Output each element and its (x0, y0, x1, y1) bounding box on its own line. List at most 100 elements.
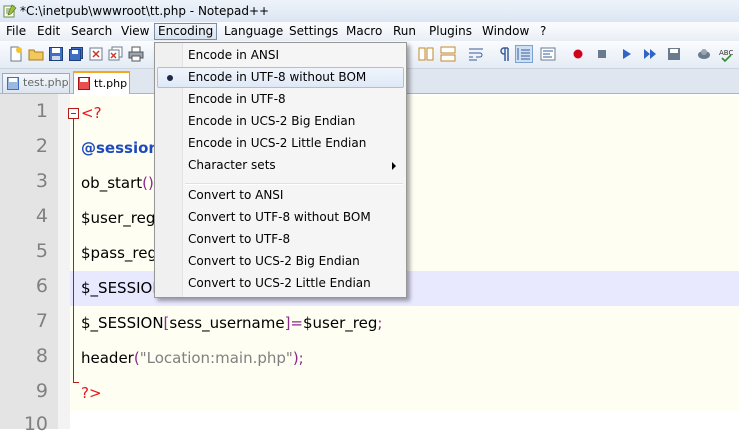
menu-item-label: Encode in ANSI (188, 48, 280, 62)
menu-character-sets[interactable]: Character sets (157, 155, 404, 176)
tab-label: test.php (23, 76, 69, 89)
line-number: 6 (35, 275, 48, 297)
line-number: 10 (23, 413, 48, 435)
title-bar: *C:\inetpub\wwwroot\tt.php - Notepad++ (0, 0, 739, 23)
tab-tt-php[interactable]: tt.php (73, 71, 130, 95)
menu-run[interactable]: Run (392, 24, 417, 39)
fold-collapse-icon[interactable] (68, 108, 79, 119)
tab-label: tt.php (94, 77, 128, 90)
code-line[interactable]: ?> (70, 376, 739, 411)
fold-end-marker (73, 382, 79, 383)
menu-item-label: Convert to UTF-8 without BOM (188, 210, 371, 224)
user-language-icon[interactable] (540, 46, 556, 62)
submenu-arrow-icon (392, 162, 396, 170)
menu-convert-ucs2-le[interactable]: Convert to UCS-2 Little Endian (157, 273, 404, 294)
radio-selected-icon (167, 75, 173, 81)
menu-item-label: Convert to UTF-8 (188, 232, 291, 246)
show-all-chars-icon[interactable] (496, 46, 512, 62)
menu-item-label: Character sets (188, 158, 276, 172)
sync-vertical-icon[interactable] (418, 46, 434, 62)
menu-edit[interactable]: Edit (36, 24, 61, 39)
menu-language[interactable]: Language (223, 24, 284, 39)
code-text: header("Location:main.php"); (81, 341, 304, 376)
save-icon[interactable] (48, 46, 64, 62)
code-token: "Location:main.php" (139, 349, 293, 367)
menu-item-label: Convert to UCS-2 Little Endian (188, 276, 371, 290)
print-icon[interactable] (128, 46, 144, 62)
fold-margin (58, 94, 70, 429)
menu-encode-ucs2-le[interactable]: Encode in UCS-2 Little Endian (157, 133, 404, 154)
fold-range-line (73, 108, 74, 382)
code-text: ob_start(); (81, 166, 159, 201)
code-line[interactable]: $_SESSION[sess_username]=$user_reg; (70, 306, 739, 341)
line-number: 9 (35, 380, 48, 402)
menu-window[interactable]: Window (481, 24, 530, 39)
menu-item-label: Convert to ANSI (188, 188, 284, 202)
line-number: 4 (35, 205, 48, 227)
menu-item-label: Convert to UCS-2 Big Endian (188, 254, 360, 268)
code-line[interactable]: header("Location:main.php"); (70, 341, 739, 376)
code-token: sess_username (169, 314, 285, 332)
close-all-icon[interactable] (108, 46, 124, 62)
code-text: <? (81, 104, 102, 122)
window-title: *C:\inetpub\wwwroot\tt.php - Notepad++ (20, 4, 270, 18)
menu-search[interactable]: Search (70, 24, 113, 39)
line-number: 1 (35, 100, 48, 122)
open-file-icon[interactable] (28, 46, 44, 62)
menu-bar: File Edit Search View Encoding Language … (0, 22, 739, 41)
record-macro-icon[interactable] (570, 46, 586, 62)
run-macro-multiple-icon[interactable] (642, 46, 658, 62)
save-all-icon[interactable] (68, 46, 84, 62)
code-token: ob_start (81, 174, 143, 192)
menu-encode-utf8[interactable]: Encode in UTF-8 (157, 89, 404, 110)
notepad-plus-plus-icon (3, 4, 17, 18)
menu-convert-ucs2-be[interactable]: Convert to UCS-2 Big Endian (157, 251, 404, 272)
sync-horizontal-icon[interactable] (440, 46, 456, 62)
menu-convert-utf8-no-bom[interactable]: Convert to UTF-8 without BOM (157, 207, 404, 228)
code-text: $_SESSION (81, 279, 164, 297)
line-number: 5 (35, 240, 48, 262)
code-token: $_SESSION (81, 314, 164, 332)
line-number: 7 (35, 310, 48, 332)
menu-encoding[interactable]: Encoding (154, 23, 218, 40)
code-token: header (81, 349, 134, 367)
line-number: 8 (35, 345, 48, 367)
menu-convert-utf8[interactable]: Convert to UTF-8 (157, 229, 404, 250)
code-text: $pass_reg (81, 244, 157, 262)
code-text: $_SESSION[sess_username]=$user_reg; (81, 306, 382, 341)
indent-guide-icon[interactable] (515, 45, 533, 63)
code-token: ); (292, 349, 304, 367)
play-macro-icon[interactable] (618, 46, 634, 62)
menu-encode-ucs2-be[interactable]: Encode in UCS-2 Big Endian (157, 111, 404, 132)
menu-item-label: Encode in UTF-8 without BOM (188, 70, 367, 84)
menu-plugins[interactable]: Plugins (428, 24, 473, 39)
menu-item-label: Encode in UTF-8 (188, 92, 286, 106)
saved-file-icon (7, 77, 19, 90)
spell-check-icon[interactable] (696, 46, 712, 62)
code-token: ; (377, 314, 383, 332)
menu-encode-utf8-no-bom[interactable]: Encode in UTF-8 without BOM (157, 67, 404, 88)
menu-settings[interactable]: Settings (288, 24, 339, 39)
abc-check-icon[interactable]: ABC (718, 46, 734, 62)
code-token: ]= (284, 314, 303, 332)
menu-item-label: Encode in UCS-2 Big Endian (188, 114, 356, 128)
tab-test-php[interactable]: test.php (2, 73, 70, 93)
menu-encode-ansi[interactable]: Encode in ANSI (157, 45, 404, 66)
code-text: $user_reg (81, 209, 156, 227)
save-macro-icon[interactable] (666, 46, 682, 62)
menu-help[interactable]: ? (539, 24, 547, 39)
menu-view[interactable]: View (120, 24, 150, 39)
menu-item-label: Encode in UCS-2 Little Endian (188, 136, 367, 150)
code-token: $user_reg (303, 314, 378, 332)
stop-macro-icon[interactable] (594, 46, 610, 62)
line-number: 2 (35, 135, 48, 157)
menu-macro[interactable]: Macro (345, 24, 383, 39)
unsaved-file-icon (78, 77, 90, 90)
menu-file[interactable]: File (5, 24, 27, 39)
close-file-icon[interactable] (88, 46, 104, 62)
encoding-menu-dropdown: Encode in ANSI Encode in UTF-8 without B… (154, 42, 407, 298)
word-wrap-icon[interactable] (468, 46, 484, 62)
new-file-icon[interactable] (8, 46, 24, 62)
code-text: ?> (81, 384, 102, 402)
menu-convert-ansi[interactable]: Convert to ANSI (157, 185, 404, 206)
